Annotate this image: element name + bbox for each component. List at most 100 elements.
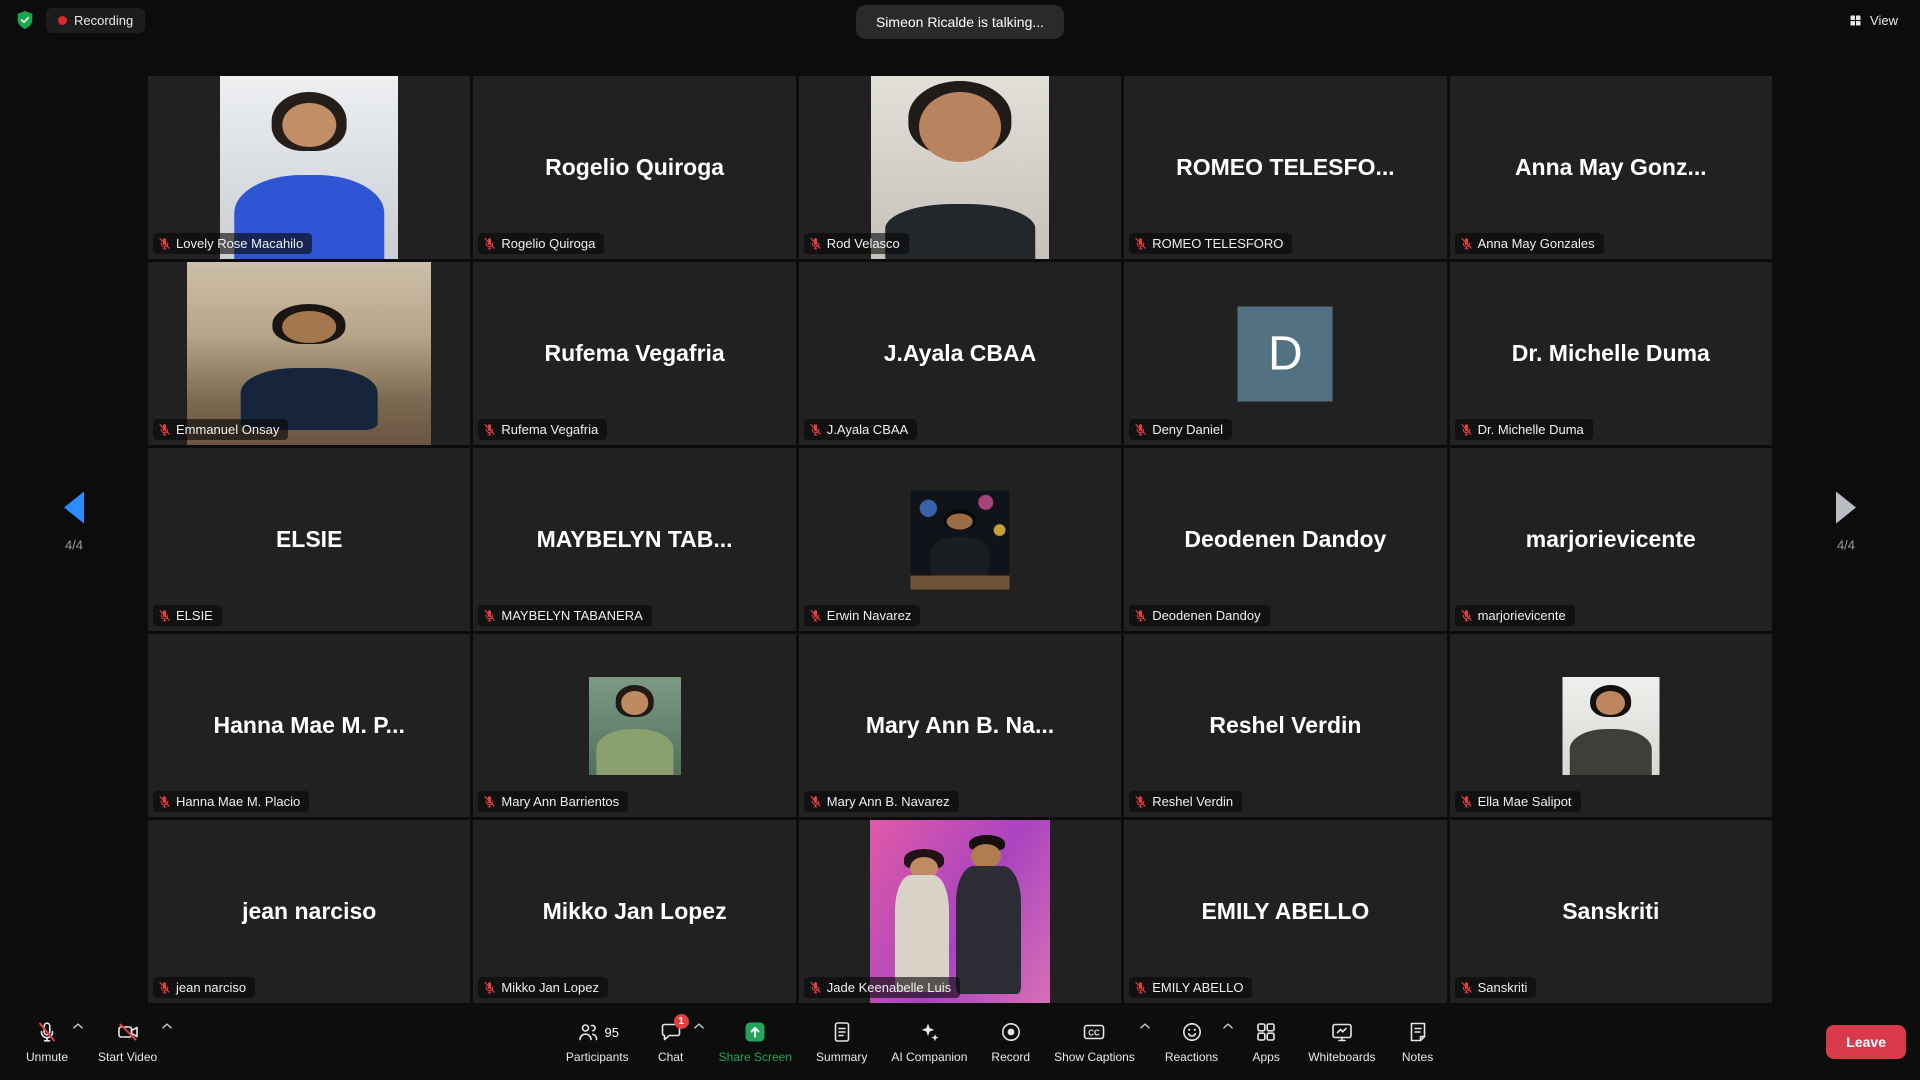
participant-name-chip: Lovely Rose Macahilo bbox=[153, 233, 312, 254]
participant-tile[interactable]: jean narciso jean narciso bbox=[148, 820, 470, 1003]
whiteboards-label: Whiteboards bbox=[1308, 1050, 1375, 1064]
participants-button[interactable]: 95 Participants bbox=[554, 1012, 641, 1072]
participant-video bbox=[1562, 677, 1659, 775]
participant-tile[interactable]: Jade Keenabelle Luis bbox=[799, 820, 1121, 1003]
participant-tile[interactable]: Rod Velasco bbox=[799, 76, 1121, 259]
start-video-button[interactable]: Start Video bbox=[86, 1012, 169, 1072]
page-nav-left: 4/4 bbox=[0, 492, 148, 553]
participant-name-label: Mikko Jan Lopez bbox=[501, 980, 599, 995]
participant-tile[interactable]: D Deny Daniel bbox=[1124, 262, 1446, 445]
participant-name-chip: Rod Velasco bbox=[804, 233, 909, 254]
reactions-button[interactable]: Reactions bbox=[1153, 1012, 1230, 1072]
apps-icon bbox=[1254, 1020, 1278, 1044]
notes-button[interactable]: Notes bbox=[1388, 1012, 1448, 1072]
participant-name-label: Mary Ann B. Navarez bbox=[827, 794, 950, 809]
page-nav-right: 4/4 bbox=[1772, 492, 1920, 553]
participant-tile[interactable]: J.Ayala CBAA J.Ayala CBAA bbox=[799, 262, 1121, 445]
page-indicator-left: 4/4 bbox=[65, 538, 83, 553]
share-screen-button[interactable]: Share Screen bbox=[707, 1012, 804, 1072]
recording-indicator[interactable]: Recording bbox=[46, 8, 145, 33]
whiteboards-button[interactable]: Whiteboards bbox=[1296, 1012, 1387, 1072]
participant-name-label: Dr. Michelle Duma bbox=[1478, 422, 1584, 437]
participant-tile[interactable]: Mikko Jan Lopez Mikko Jan Lopez bbox=[473, 820, 795, 1003]
participant-tile[interactable]: Mary Ann B. Na... Mary Ann B. Navarez bbox=[799, 634, 1121, 817]
ai-companion-label: AI Companion bbox=[891, 1050, 967, 1064]
participant-tile[interactable]: Sanskriti Sanskriti bbox=[1450, 820, 1772, 1003]
share-screen-label: Share Screen bbox=[719, 1050, 792, 1064]
participant-tile[interactable]: EMILY ABELLO EMILY ABELLO bbox=[1124, 820, 1446, 1003]
participant-display-name: ELSIE bbox=[148, 448, 470, 631]
participant-tile[interactable]: Mary Ann Barrientos bbox=[473, 634, 795, 817]
participant-name-chip: Hanna Mae M. Placio bbox=[153, 791, 309, 812]
participants-count: 95 bbox=[605, 1025, 619, 1040]
participant-tile[interactable]: MAYBELYN TAB... MAYBELYN TABANERA bbox=[473, 448, 795, 631]
participant-tile[interactable]: Erwin Navarez bbox=[799, 448, 1121, 631]
participant-name-chip: Deny Daniel bbox=[1129, 419, 1232, 440]
show-captions-button[interactable]: Show Captions bbox=[1042, 1012, 1147, 1072]
participant-tile[interactable]: Emmanuel Onsay bbox=[148, 262, 470, 445]
participant-tile[interactable]: Rogelio Quiroga Rogelio Quiroga bbox=[473, 76, 795, 259]
muted-mic-icon bbox=[483, 237, 496, 250]
muted-mic-icon bbox=[809, 609, 822, 622]
prev-page-arrow-icon[interactable] bbox=[64, 492, 84, 524]
participant-name-chip: Sanskriti bbox=[1455, 977, 1537, 998]
participant-name-label: Deny Daniel bbox=[1152, 422, 1223, 437]
participant-tile[interactable]: ELSIE ELSIE bbox=[148, 448, 470, 631]
next-page-arrow-icon[interactable] bbox=[1836, 492, 1856, 524]
apps-button[interactable]: Apps bbox=[1236, 1012, 1296, 1072]
participant-video bbox=[910, 490, 1009, 589]
participant-name-chip: Rufema Vegafria bbox=[478, 419, 607, 440]
participant-display-name: Sanskriti bbox=[1450, 820, 1772, 1003]
muted-mic-icon bbox=[809, 237, 822, 250]
participant-tile[interactable]: ROMEO TELESFO... ROMEO TELESFORO bbox=[1124, 76, 1446, 259]
muted-mic-icon bbox=[158, 237, 171, 250]
participant-display-name: Deodenen Dandoy bbox=[1124, 448, 1446, 631]
active-speaker-banner: Simeon Ricalde is talking... bbox=[856, 5, 1064, 39]
participant-tile[interactable]: Deodenen Dandoy Deodenen Dandoy bbox=[1124, 448, 1446, 631]
ai-companion-button[interactable]: AI Companion bbox=[879, 1012, 979, 1072]
participant-video bbox=[220, 76, 398, 259]
recording-dot-icon bbox=[58, 16, 67, 25]
participant-tile[interactable]: Reshel Verdin Reshel Verdin bbox=[1124, 634, 1446, 817]
participant-display-name: Rufema Vegafria bbox=[473, 262, 795, 445]
participant-tile[interactable]: Rufema Vegafria Rufema Vegafria bbox=[473, 262, 795, 445]
record-button[interactable]: Record bbox=[979, 1012, 1042, 1072]
zoom-meeting-window: Recording Simeon Ricalde is talking... V… bbox=[0, 0, 1920, 1080]
leave-button[interactable]: Leave bbox=[1826, 1025, 1906, 1059]
participant-name-label: Rufema Vegafria bbox=[501, 422, 598, 437]
participant-name-chip: ELSIE bbox=[153, 605, 222, 626]
muted-mic-icon bbox=[1460, 237, 1473, 250]
participant-tile[interactable]: Hanna Mae M. P... Hanna Mae M. Placio bbox=[148, 634, 470, 817]
view-button[interactable]: View bbox=[1840, 8, 1906, 33]
muted-mic-icon bbox=[158, 981, 171, 994]
chat-button[interactable]: 1 Chat bbox=[641, 1012, 701, 1072]
unmute-button[interactable]: Unmute bbox=[14, 1012, 80, 1072]
record-icon bbox=[999, 1020, 1023, 1044]
ai-companion-icon bbox=[917, 1020, 941, 1044]
muted-mic-icon bbox=[483, 981, 496, 994]
participant-name-label: ROMEO TELESFORO bbox=[1152, 236, 1283, 251]
participant-display-name: EMILY ABELLO bbox=[1124, 820, 1446, 1003]
participant-name-chip: Reshel Verdin bbox=[1129, 791, 1242, 812]
participant-name-label: Hanna Mae M. Placio bbox=[176, 794, 300, 809]
reactions-label: Reactions bbox=[1165, 1050, 1218, 1064]
unmute-label: Unmute bbox=[26, 1050, 68, 1064]
participant-tile[interactable]: Dr. Michelle Duma Dr. Michelle Duma bbox=[1450, 262, 1772, 445]
security-shield-icon[interactable] bbox=[14, 9, 36, 31]
participant-name-chip: Erwin Navarez bbox=[804, 605, 921, 626]
participant-name-label: Emmanuel Onsay bbox=[176, 422, 279, 437]
summary-button[interactable]: Summary bbox=[804, 1012, 879, 1072]
participant-tile[interactable]: Anna May Gonz... Anna May Gonzales bbox=[1450, 76, 1772, 259]
participant-tile[interactable]: Lovely Rose Macahilo bbox=[148, 76, 470, 259]
view-label: View bbox=[1870, 13, 1898, 28]
participant-display-name: J.Ayala CBAA bbox=[799, 262, 1121, 445]
participant-name-chip: Emmanuel Onsay bbox=[153, 419, 288, 440]
muted-mic-icon bbox=[483, 423, 496, 436]
notes-icon bbox=[1406, 1020, 1430, 1044]
participant-video bbox=[589, 677, 681, 775]
participant-tile[interactable]: Ella Mae Salipot bbox=[1450, 634, 1772, 817]
participant-name-chip: Rogelio Quiroga bbox=[478, 233, 604, 254]
muted-mic-icon bbox=[1134, 237, 1147, 250]
participant-name-chip: Jade Keenabelle Luis bbox=[804, 977, 960, 998]
participant-tile[interactable]: marjorievicente marjorievicente bbox=[1450, 448, 1772, 631]
